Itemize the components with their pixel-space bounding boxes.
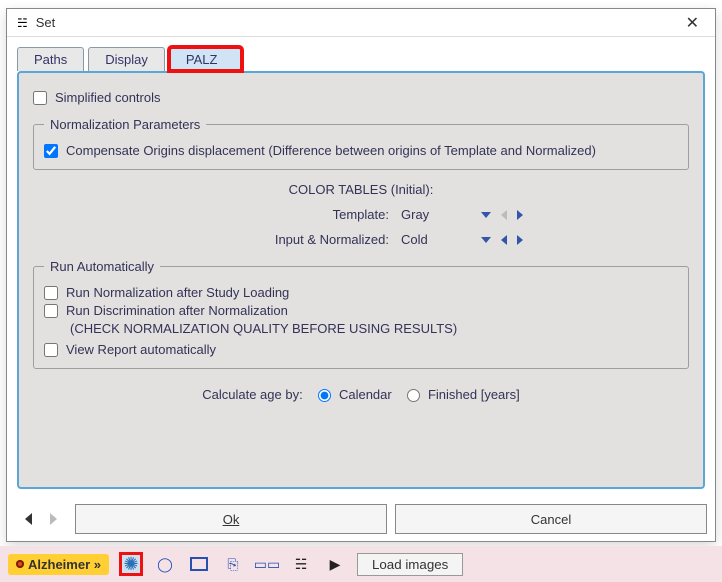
gear-icon[interactable]: ✺ <box>119 552 143 576</box>
compensate-origins-input[interactable] <box>44 144 58 158</box>
view-report-checkbox[interactable]: View Report automatically <box>44 342 678 357</box>
run-discrim-after-norm-checkbox[interactable]: Run Discrimination after Normalization <box>44 303 678 318</box>
run-norm-after-load-checkbox[interactable]: Run Normalization after Study Loading <box>44 285 678 300</box>
simplified-controls-label: Simplified controls <box>55 90 161 105</box>
simplified-controls-checkbox[interactable]: Simplified controls <box>33 90 689 105</box>
exit-icon[interactable]: ⎘ <box>221 552 245 576</box>
color-tables-heading: COLOR TABLES (Initial): <box>33 182 689 197</box>
cancel-button[interactable]: Cancel <box>395 504 707 534</box>
input-normalized-label: Input & Normalized: <box>141 232 401 247</box>
tab-paths[interactable]: Paths <box>17 47 84 71</box>
view-report-input[interactable] <box>44 343 58 357</box>
compensate-origins-label: Compensate Origins displacement (Differe… <box>66 143 596 158</box>
app-icon: ☵ <box>17 16 28 30</box>
monitor-icon[interactable] <box>187 552 211 576</box>
alzheimer-label: Alzheimer » <box>28 557 101 572</box>
tab-panel-palz: Simplified controls Normalization Parame… <box>17 71 705 489</box>
finished-radio[interactable]: Finished [years] <box>395 387 519 402</box>
template-prev-icon[interactable] <box>501 210 507 220</box>
tape-icon[interactable]: ▭▭ <box>255 552 279 576</box>
load-images-button[interactable]: Load images <box>357 553 463 576</box>
tab-display[interactable]: Display <box>88 47 165 71</box>
dialog-bottom-bar: Ok Cancel <box>15 504 707 534</box>
ok-button[interactable]: Ok <box>75 504 387 534</box>
compensate-origins-checkbox[interactable]: Compensate Origins displacement (Differe… <box>44 143 678 158</box>
input-dropdown-icon[interactable] <box>481 237 491 243</box>
finished-radio-label: Finished [years] <box>428 387 520 402</box>
calendar-radio-label: Calendar <box>339 387 392 402</box>
run-discrim-after-norm-label: Run Discrimination after Normalization <box>66 303 288 318</box>
simplified-controls-input[interactable] <box>33 91 47 105</box>
color-tables-section: COLOR TABLES (Initial): Template: Gray I… <box>33 182 689 247</box>
input-next-icon[interactable] <box>517 235 523 245</box>
calendar-radio[interactable]: Calendar <box>306 387 395 402</box>
template-next-icon[interactable] <box>517 210 523 220</box>
input-normalized-value: Cold <box>401 232 481 247</box>
template-label: Template: <box>141 207 401 222</box>
nav-prev-icon[interactable] <box>25 513 32 525</box>
calculate-age-row: Calculate age by: Calendar Finished [yea… <box>33 387 689 402</box>
taskbar: Alzheimer » ✺ ◯ ⎘ ▭▭ ☵ ▶ Load images <box>0 546 722 582</box>
template-dropdown-icon[interactable] <box>481 212 491 218</box>
view-report-label: View Report automatically <box>66 342 216 357</box>
status-dot-icon <box>16 560 24 568</box>
alzheimer-button[interactable]: Alzheimer » <box>8 554 109 575</box>
run-discrim-after-norm-input[interactable] <box>44 304 58 318</box>
input-prev-icon[interactable] <box>501 235 507 245</box>
calculate-age-label: Calculate age by: <box>202 387 302 402</box>
calendar-radio-input[interactable] <box>318 389 331 402</box>
tabbar: Paths Display PALZ <box>17 47 715 71</box>
template-value: Gray <box>401 207 481 222</box>
pi-icon[interactable]: ☵ <box>289 552 313 576</box>
run-automatically-legend: Run Automatically <box>44 259 160 274</box>
normalization-parameters-group: Normalization Parameters Compensate Orig… <box>33 117 689 170</box>
arrow-left-icon[interactable]: ▶ <box>323 552 347 576</box>
run-norm-after-load-input[interactable] <box>44 286 58 300</box>
nav-next-icon[interactable] <box>50 513 57 525</box>
run-norm-after-load-label: Run Normalization after Study Loading <box>66 285 289 300</box>
tab-palz[interactable]: PALZ <box>169 47 243 71</box>
normalization-parameters-legend: Normalization Parameters <box>44 117 206 132</box>
circle-icon[interactable]: ◯ <box>153 552 177 576</box>
run-automatically-group: Run Automatically Run Normalization afte… <box>33 259 689 369</box>
finished-radio-input[interactable] <box>407 389 420 402</box>
close-icon[interactable]: ✕ <box>680 11 705 35</box>
set-dialog: ☵ Set ✕ Paths Display PALZ Simplified co… <box>6 8 716 542</box>
normalization-quality-warning: (CHECK NORMALIZATION QUALITY BEFORE USIN… <box>70 321 678 336</box>
titlebar: ☵ Set ✕ <box>7 9 715 37</box>
window-title: Set <box>36 15 680 30</box>
